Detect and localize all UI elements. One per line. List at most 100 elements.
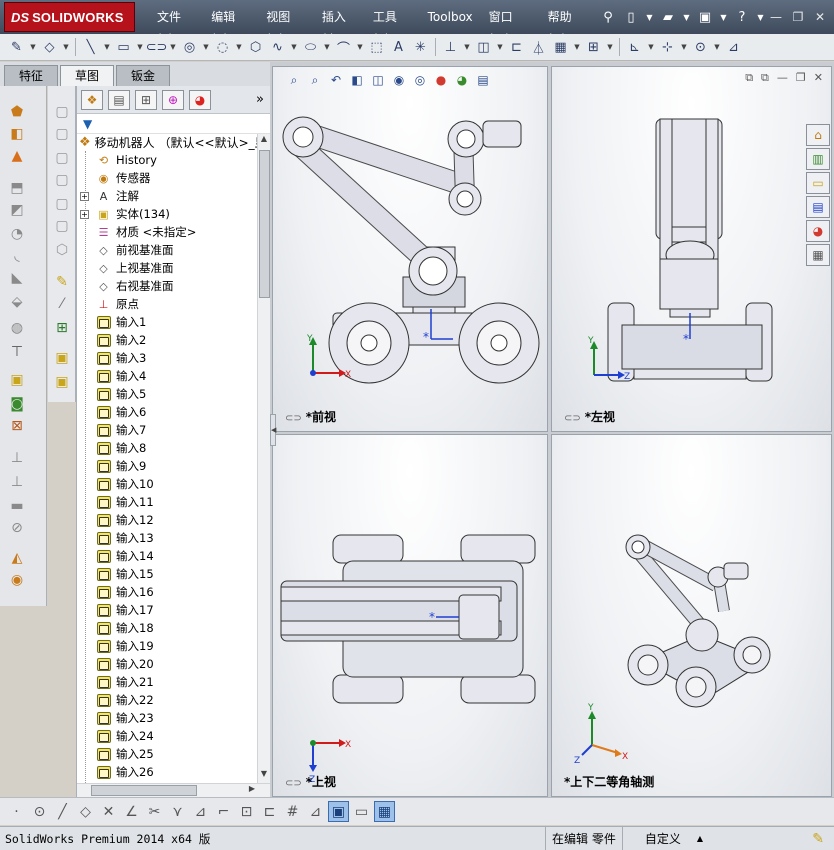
link-icon[interactable]: ⊂⊃ — [564, 413, 581, 424]
tree-node[interactable]: 输入4 — [77, 367, 257, 385]
chevron-down-icon[interactable]: ▼ — [572, 37, 582, 58]
construction-line-icon[interactable]: ⁄ — [51, 294, 73, 314]
tree-node[interactable]: 输入12 — [77, 511, 257, 529]
chevron-down-icon[interactable]: ▼ — [644, 7, 655, 27]
circle-icon[interactable]: ◎ — [179, 37, 200, 58]
pin-icon[interactable]: ⚲ — [598, 7, 618, 27]
tree-node[interactable]: 输入24 — [77, 727, 257, 745]
restore-icon[interactable]: ❐ — [788, 8, 808, 26]
grid-tool-icon[interactable]: # — [282, 801, 303, 822]
viewport-isometric[interactable]: Y X Z *上下二等角轴测 — [551, 434, 832, 797]
loft-icon[interactable]: ▢ — [51, 102, 73, 122]
scroll-up-icon[interactable]: ▲ — [258, 134, 270, 148]
wireframe-view-icon[interactable]: ▦ — [374, 801, 395, 822]
solidworks-logo[interactable]: DS SOLIDWORKS — [4, 2, 135, 32]
tree-node[interactable]: + A 注解 — [77, 187, 257, 205]
tree-node[interactable]: 输入7 — [77, 421, 257, 439]
appearances-icon[interactable]: ◕ — [806, 220, 830, 242]
dimension-tool-icon[interactable]: ⊏ — [259, 801, 280, 822]
plane-icon[interactable]: ⬚ — [366, 37, 387, 58]
tree-node[interactable]: + ▣ 实体(134) — [77, 205, 257, 223]
trim-icon[interactable]: ⊥ — [440, 37, 461, 58]
chevron-down-icon[interactable]: ▼ — [102, 37, 112, 58]
menu-tools[interactable]: 工具(T) — [365, 6, 420, 46]
polygon-icon[interactable]: ⬡ — [245, 37, 266, 58]
split-icon[interactable]: ▣ — [51, 372, 73, 392]
rectangle-icon[interactable]: ▭ — [113, 37, 134, 58]
viewport-left[interactable]: ⧉ ⧉ — ❐ ✕ * Y Z ⊂⊃ *左视 — [551, 66, 832, 432]
move-entities-icon[interactable]: ⊞ — [583, 37, 604, 58]
help-icon[interactable]: ? — [732, 7, 752, 27]
offset-icon[interactable]: ⊏ — [506, 37, 527, 58]
chevron-down-icon[interactable]: ▼ — [755, 7, 766, 27]
chevron-down-icon[interactable]: ▼ — [718, 7, 729, 27]
extruded-cut-icon[interactable]: ⬒ — [6, 178, 28, 198]
spline-icon[interactable]: ∿ — [267, 37, 288, 58]
tree-scroll-thumb[interactable] — [259, 150, 270, 298]
tree-node[interactable]: ◉ 传感器 — [77, 169, 257, 187]
minimize-icon[interactable]: — — [766, 8, 786, 26]
menu-insert[interactable]: 插入(I) — [314, 6, 365, 46]
tree-node[interactable]: 输入14 — [77, 547, 257, 565]
property-manager-icon[interactable]: ▤ — [108, 89, 130, 110]
extend-tool-icon[interactable]: ⋎ — [167, 801, 188, 822]
instant3d-icon[interactable]: ▣ — [6, 370, 28, 390]
sketch-icon[interactable]: ✎ — [6, 37, 27, 58]
chevron-down-icon[interactable]: ▼ — [355, 37, 365, 58]
filter-icon[interactable]: ▼ — [83, 117, 92, 131]
intersect-icon[interactable]: ⊘ — [6, 518, 28, 538]
tree-node[interactable]: 输入20 — [77, 655, 257, 673]
tree-node[interactable]: 输入21 — [77, 673, 257, 691]
wrap-icon[interactable]: ▬ — [6, 496, 28, 516]
cut-loft-icon[interactable]: ▢ — [51, 148, 73, 168]
chevron-down-icon[interactable]: ▼ — [322, 37, 332, 58]
tree-node[interactable]: 输入11 — [77, 493, 257, 511]
solidworks-resources-icon[interactable]: ⌂ — [806, 124, 830, 146]
perpendicular-tool-icon[interactable]: ⊿ — [190, 801, 211, 822]
quick-snaps-icon[interactable]: ⊙ — [690, 37, 711, 58]
extruded-boss-icon[interactable]: ⬟ — [6, 102, 28, 122]
smart-dimension-icon[interactable]: ◇ — [39, 37, 60, 58]
tree-node[interactable]: 输入23 — [77, 709, 257, 727]
shell-icon[interactable]: ◍ — [6, 318, 28, 338]
tree-node[interactable]: 输入13 — [77, 529, 257, 547]
menu-edit[interactable]: 编辑(E) — [203, 6, 258, 46]
rapid-sketch-icon[interactable]: ⊠ — [6, 416, 28, 436]
corner-tool-icon[interactable]: ⌐ — [213, 801, 234, 822]
swept-boss-icon[interactable]: ▲ — [6, 146, 28, 166]
line-tool-icon[interactable]: ╱ — [52, 801, 73, 822]
viewport-front[interactable]: ⌕ ⌕ ↶ ◧ ◫ ◉ ◎ ● ◕ ▤ * Y X ⊂⊃ *前视 — [272, 66, 548, 432]
quick-tips-icon[interactable]: ✎ — [812, 831, 824, 847]
cut-boundary-icon[interactable]: ▢ — [51, 170, 73, 190]
point-icon[interactable]: ✳ — [410, 37, 431, 58]
chevron-down-icon[interactable]: ▼ — [289, 37, 299, 58]
ellipse-icon[interactable]: ⬭ — [300, 37, 321, 58]
chevron-down-icon[interactable]: ▼ — [135, 37, 145, 58]
view-palette-icon[interactable]: ▤ — [806, 196, 830, 218]
dome-icon[interactable]: ⊥ — [6, 472, 28, 492]
arc-icon[interactable]: ◌ — [212, 37, 233, 58]
collapse-panel-handle[interactable]: ◀ — [270, 414, 276, 446]
tab-features[interactable]: 特征 — [4, 65, 58, 86]
slot-icon[interactable]: ⊂⊃ — [146, 37, 168, 58]
link-icon[interactable]: ⊂⊃ — [285, 413, 302, 424]
relation-tool-icon[interactable]: ⊿ — [305, 801, 326, 822]
custom-properties-icon[interactable]: ▦ — [806, 244, 830, 266]
linear-pattern-icon[interactable]: ▦ — [550, 37, 571, 58]
tree-node[interactable]: 输入2 — [77, 331, 257, 349]
tree-node[interactable]: ⊥ 原点 — [77, 295, 257, 313]
unit-system-status[interactable]: 自定义 ▲ — [621, 827, 772, 850]
cross-tool-icon[interactable]: ✕ — [98, 801, 119, 822]
menu-view[interactable]: 视图(V) — [258, 6, 314, 46]
tree-node[interactable]: 输入15 — [77, 565, 257, 583]
chevron-down-icon[interactable]: ▼ — [712, 37, 722, 58]
sketch-text-icon[interactable]: ✎ — [51, 272, 73, 292]
expand-icon[interactable]: + — [80, 209, 89, 219]
tangent-tool-icon[interactable]: ⊡ — [236, 801, 257, 822]
link-icon[interactable]: ⊂⊃ — [285, 778, 302, 789]
tree-node[interactable]: ◇ 右视基准面 — [77, 277, 257, 295]
tree-node[interactable]: 输入10 — [77, 475, 257, 493]
tree-node[interactable]: ◇ 前视基准面 — [77, 241, 257, 259]
new-document-icon[interactable]: ▯ — [621, 7, 641, 27]
text-icon[interactable]: A — [388, 37, 409, 58]
